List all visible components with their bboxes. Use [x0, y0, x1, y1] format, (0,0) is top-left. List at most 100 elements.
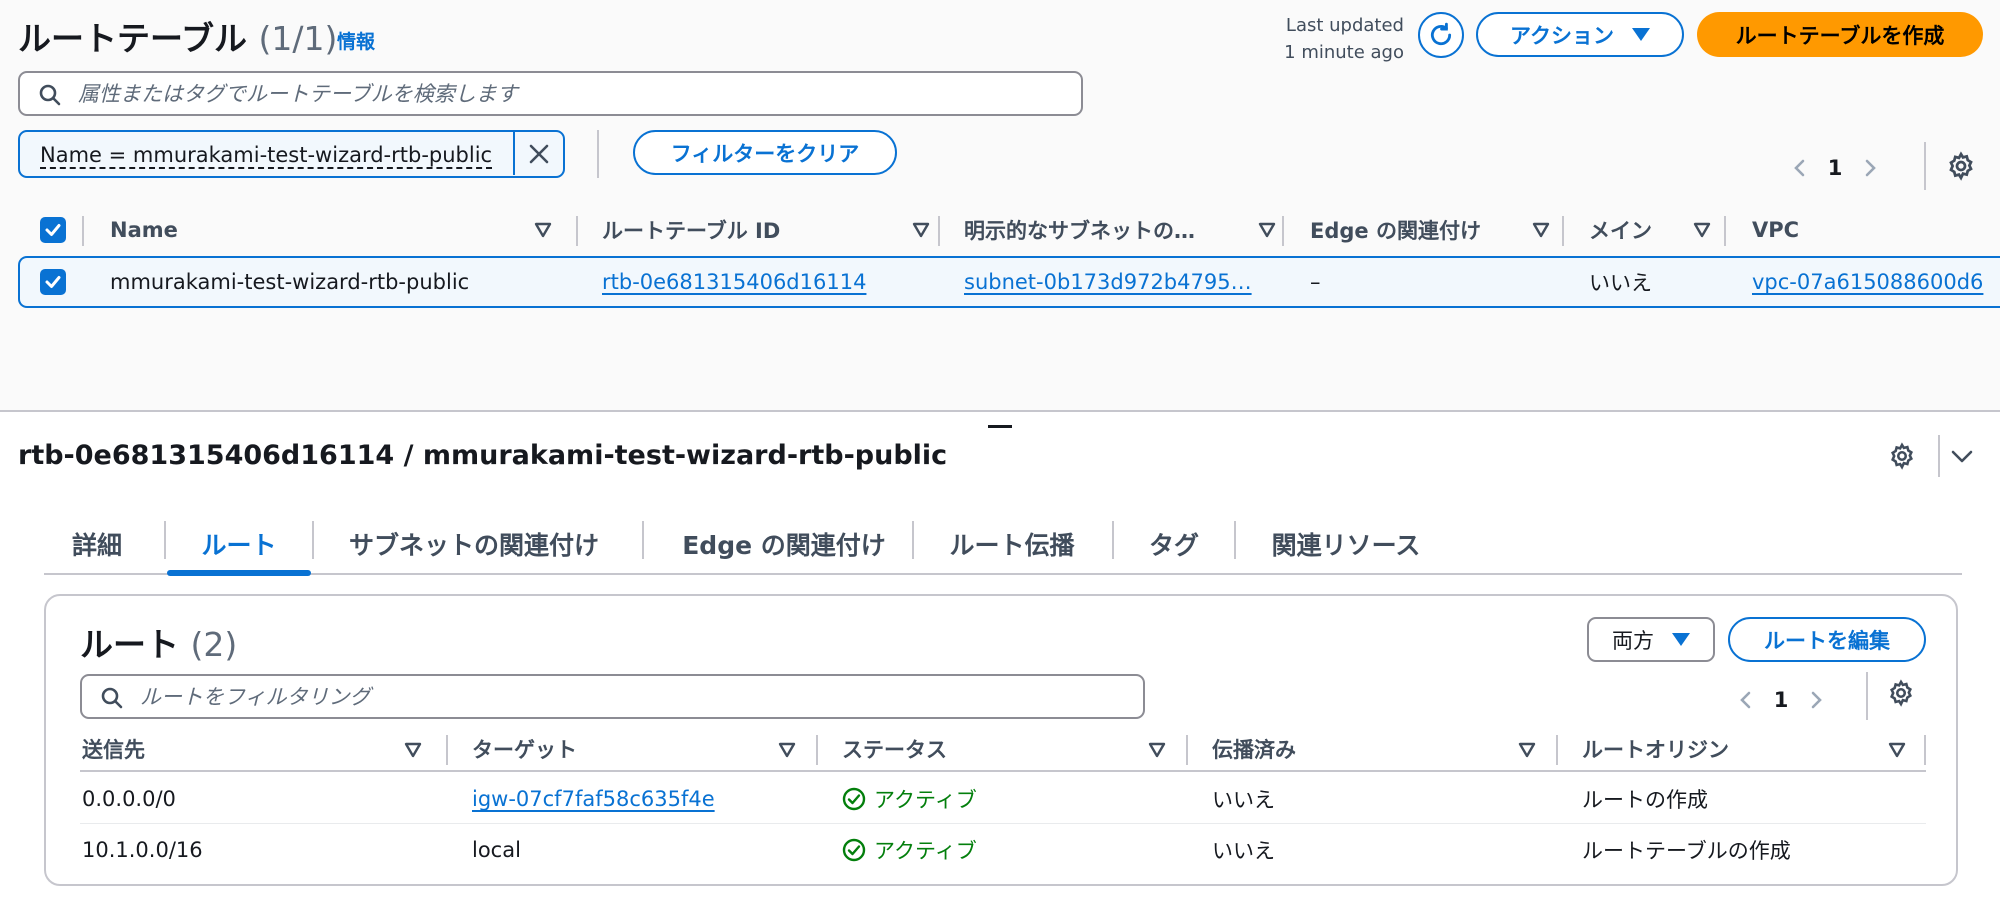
column-header-target[interactable]: ターゲット [472, 728, 812, 770]
tab-subnet-associations[interactable]: サブネットの関連付け [344, 515, 604, 573]
tab-tags[interactable]: タグ [1144, 515, 1204, 573]
gear-icon [1890, 679, 1912, 707]
edit-routes-button[interactable]: ルートを編集 [1728, 617, 1926, 662]
detail-tabs: 詳細 ルート サブネットの関連付け Edge の関連付け ルート伝播 タグ 関連… [44, 515, 1962, 576]
filter-token-label[interactable]: Name = mmurakami-test-wizard-rtb-public [40, 143, 493, 169]
create-route-table-button[interactable]: ルートテーブルを作成 [1697, 12, 1983, 57]
subnet-link[interactable]: subnet-0b173d972b4795… [964, 270, 1252, 294]
sort-icon [1258, 222, 1276, 238]
sort-icon [534, 222, 552, 238]
table-row: 0.0.0.0/0 igw-07cf7faf58c635f4e アクティブ いい… [80, 774, 1926, 824]
column-header-destination[interactable]: 送信先 [82, 728, 438, 770]
page-number[interactable]: 1 [1756, 688, 1806, 712]
caret-down-icon [1672, 633, 1690, 646]
pager-divider [1924, 142, 1926, 190]
cell-name: mmurakami-test-wizard-rtb-public [110, 270, 470, 294]
sort-icon [912, 222, 930, 238]
route-table-header: Name ルートテーブル ID 明示的なサブネットの… Edge の関連付け メ… [18, 208, 2000, 252]
filter-token: Name = mmurakami-test-wizard-rtb-public [18, 130, 565, 178]
chevron-left-icon[interactable] [1736, 690, 1756, 710]
split-panel-preferences-button[interactable] [1888, 442, 1916, 474]
split-panel-resize-handle[interactable] [988, 425, 1012, 428]
search-input[interactable] [78, 79, 1058, 109]
column-header-main[interactable]: メイン [1589, 208, 1729, 252]
cell-route-origin: ルートテーブルの作成 [1582, 839, 1791, 863]
detail-header-divider [1938, 435, 1940, 477]
selection-count: (1/1) [258, 19, 338, 58]
table-row[interactable]: mmurakami-test-wizard-rtb-public rtb-0e6… [18, 256, 2000, 308]
tab-route-propagation[interactable]: ルート伝播 [944, 515, 1080, 573]
status-success-icon [842, 838, 866, 862]
search-icon [39, 84, 61, 106]
column-header-explicit-subnet[interactable]: 明示的なサブネットの… [964, 208, 1286, 252]
chevron-right-icon[interactable] [1806, 690, 1826, 710]
refresh-button[interactable] [1418, 12, 1464, 58]
vpc-link[interactable]: vpc-07a615088600d6 [1752, 270, 1983, 294]
search-icon [101, 687, 123, 709]
checkbox-checked-icon [40, 217, 66, 243]
sort-icon [778, 742, 796, 758]
sort-icon [1148, 742, 1166, 758]
column-header-vpc[interactable]: VPC [1752, 208, 1799, 252]
checkbox-checked-icon [40, 269, 66, 295]
routes-container: ルート (2) 両方 ルートを編集 1 送信先 ターゲット [44, 594, 1958, 886]
close-icon [529, 144, 549, 163]
cell-propagated: いいえ [1212, 839, 1275, 863]
sort-icon [1693, 222, 1711, 238]
route-table-search[interactable] [18, 71, 1083, 116]
igw-target-link[interactable]: igw-07cf7faf58c635f4e [472, 787, 715, 811]
routes-filter-input[interactable] [140, 682, 1120, 712]
status-success-icon [842, 787, 866, 811]
info-link[interactable]: 情報 [337, 27, 375, 54]
column-header-route-table-id[interactable]: ルートテーブル ID [602, 208, 944, 252]
tab-routes[interactable]: ルート [167, 515, 311, 576]
cell-destination: 10.1.0.0/16 [82, 838, 203, 862]
cell-target: igw-07cf7faf58c635f4e [472, 774, 715, 824]
row-checkbox[interactable] [40, 258, 66, 306]
cell-propagated: いいえ [1212, 788, 1275, 812]
filter-token-remove-button[interactable] [513, 132, 563, 175]
route-direction-select[interactable]: 両方 [1587, 617, 1715, 662]
table-pagination: 1 [1790, 156, 1880, 180]
routes-pagination: 1 [1736, 688, 1826, 712]
column-header-edge-association[interactable]: Edge の関連付け [1310, 208, 1560, 252]
column-header-propagated[interactable]: 伝播済み [1212, 728, 1552, 770]
clear-filters-button[interactable]: フィルターをクリア [633, 130, 897, 175]
table-preferences-button[interactable] [1946, 151, 1976, 185]
cell-route-origin: ルートの作成 [1582, 788, 1708, 812]
last-updated: Last updated 1 minute ago [1284, 15, 1404, 63]
routes-title: ルート (2) [80, 625, 238, 664]
gear-icon [1891, 442, 1913, 470]
page-number[interactable]: 1 [1810, 156, 1860, 180]
actions-dropdown-button[interactable]: アクション [1476, 12, 1684, 57]
sort-icon [1518, 742, 1536, 758]
routes-preferences-button[interactable] [1887, 679, 1915, 711]
column-header-route-origin[interactable]: ルートオリジン [1582, 728, 1922, 770]
tab-related-resources[interactable]: 関連リソース [1266, 515, 1426, 573]
cell-status: アクティブ [842, 825, 977, 875]
cell-route-table-id: rtb-0e681315406d16114 [602, 258, 942, 306]
route-table-list-pane: ルートテーブル (1/1) 情報 Last updated 1 minute a… [0, 0, 2000, 410]
table-row: 10.1.0.0/16 local アクティブ いいえ ルートテーブルの作成 [80, 825, 1926, 875]
routes-filter[interactable] [80, 674, 1145, 719]
chevron-left-icon[interactable] [1790, 158, 1810, 178]
tab-edge-associations[interactable]: Edge の関連付け [676, 515, 892, 573]
cell-status: アクティブ [842, 774, 977, 824]
split-panel-divider [0, 410, 2000, 412]
collapse-panel-button[interactable] [1950, 446, 1974, 472]
filter-divider [597, 130, 599, 178]
detail-panel-title: rtb-0e681315406d16114 / mmurakami-test-w… [18, 440, 948, 471]
page-title: ルートテーブル (1/1) [18, 19, 338, 58]
chevron-down-icon [1951, 450, 1973, 463]
select-all-checkbox[interactable] [40, 208, 66, 252]
chevron-right-icon[interactable] [1860, 158, 1880, 178]
column-header-status[interactable]: ステータス [842, 728, 1182, 770]
column-header-name[interactable]: Name [110, 208, 572, 252]
route-table-id-link[interactable]: rtb-0e681315406d16114 [602, 270, 866, 294]
routes-table-header: 送信先 ターゲット ステータス 伝播済み ルートオリジン [80, 728, 1926, 772]
tab-details[interactable]: 詳細 [66, 515, 128, 573]
sort-icon [1888, 742, 1906, 758]
cell-target: local [472, 838, 521, 862]
cell-explicit-subnet: subnet-0b173d972b4795… [964, 258, 1280, 306]
cell-main: いいえ [1589, 271, 1652, 295]
